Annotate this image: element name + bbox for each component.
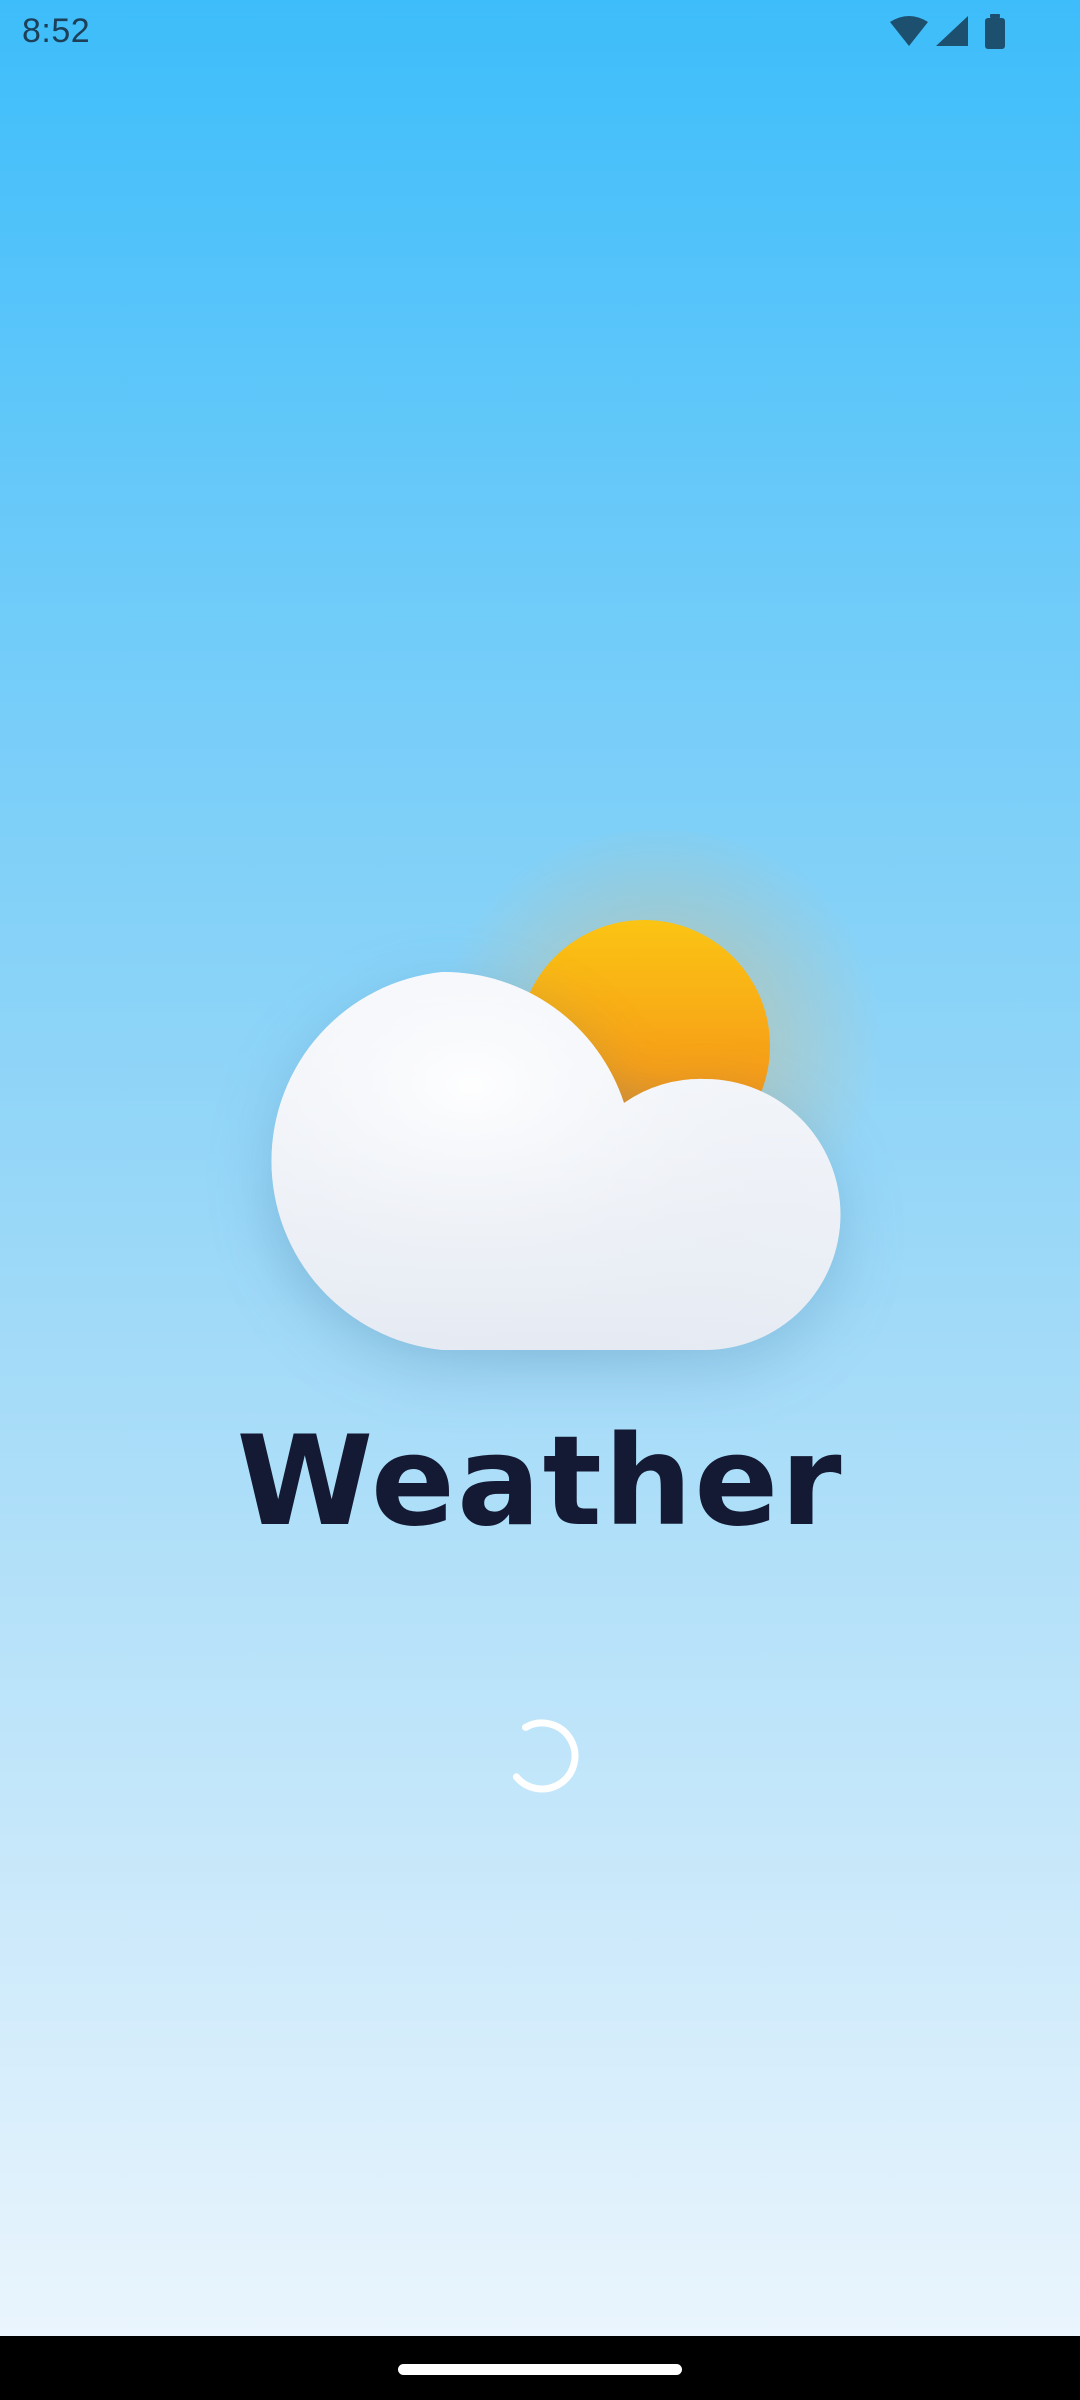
app-title: Weather bbox=[236, 1410, 844, 1554]
loading-spinner bbox=[505, 1719, 579, 1793]
splash-screen: 8:52 Weather bbox=[0, 0, 1080, 2336]
weather-illustration bbox=[0, 0, 1080, 1420]
cloud-icon bbox=[271, 971, 841, 1350]
navigation-bar bbox=[0, 2336, 1080, 2400]
home-indicator[interactable] bbox=[398, 2364, 682, 2375]
